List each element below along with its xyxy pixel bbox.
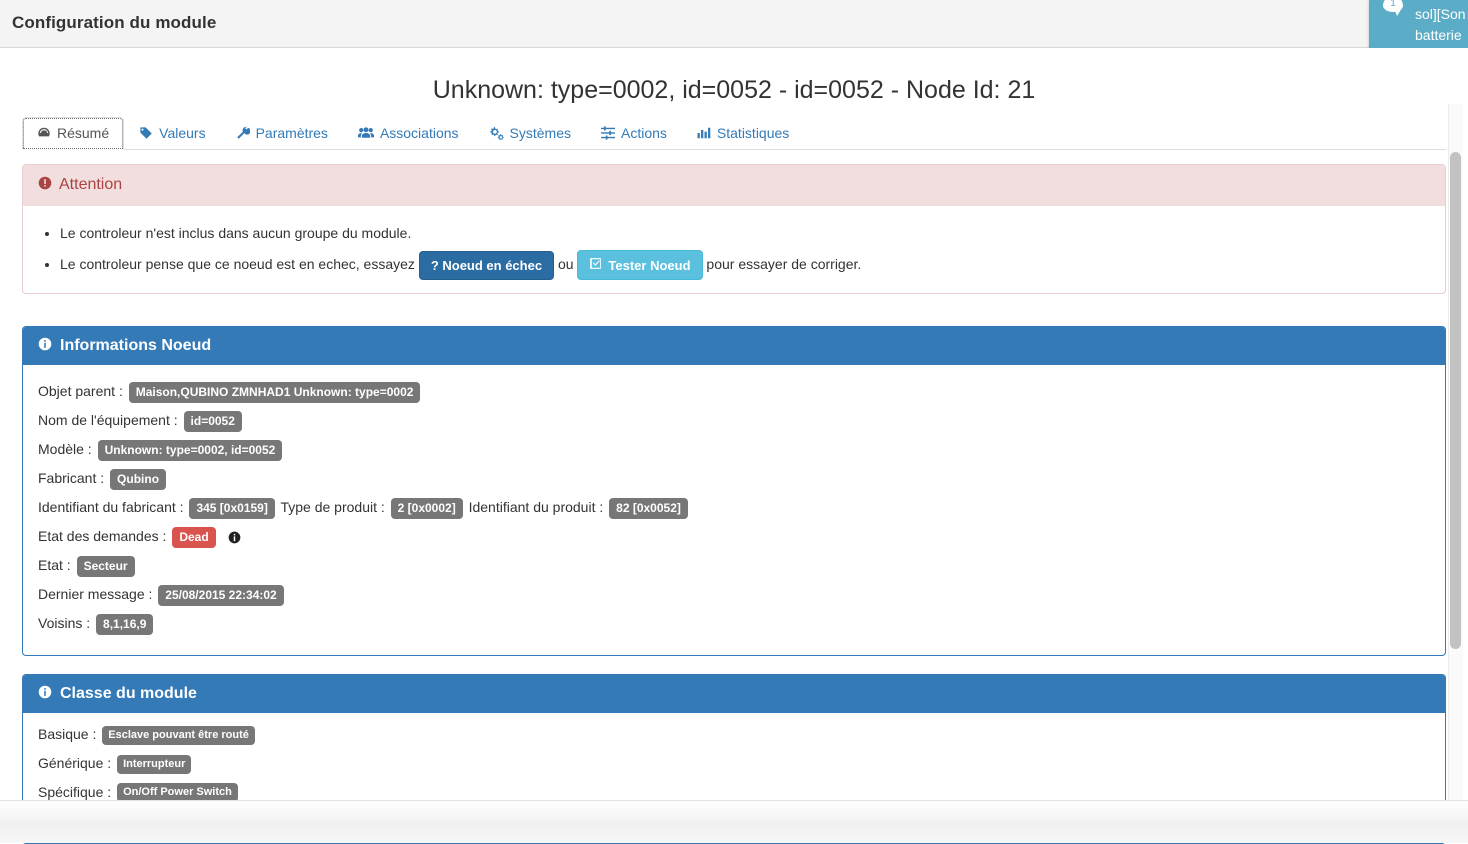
sliders-icon [601,126,615,140]
alert-body: Le controleur n'est inclus dans aucun gr… [23,206,1445,292]
noeud-en-echec-button[interactable]: ? Noeud en échec [418,250,555,280]
value-generique: Interrupteur [117,754,192,774]
panel-informations-noeud-header: Informations Noeud [23,327,1445,365]
value-voisins: 8,1,16,9 [96,613,154,635]
value-basique: Esclave pouvant être routé [102,725,255,745]
alert-item-group-text: Le controleur n'est inclus dans aucun gr… [60,225,412,241]
alert-attention: Attention Le controleur n'est inclus dan… [22,164,1446,294]
label-fabricant: Fabricant : [38,470,105,486]
notification-line-2: batterie [1415,27,1462,43]
panel-informations-noeud: Informations Noeud Objet parent : Maison… [22,326,1446,656]
alert-item-failed-prefix: Le controleur pense que ce noeud est en … [60,256,415,272]
label-objet-parent: Objet parent : [38,383,123,399]
label-specifique: Spécifique : [38,783,112,800]
tab-parametres-label: Paramètres [255,125,328,141]
tab-resume-label: Résumé [57,125,110,141]
value-nom-equipement: id=0052 [183,410,242,432]
panel-informations-noeud-body: Objet parent : Maison,QUBINO ZMNHAD1 Unk… [23,365,1445,652]
tab-actions[interactable]: Actions [586,117,682,150]
tab-statistiques[interactable]: Statistiques [682,117,804,150]
label-dernier-message: Dernier message : [38,586,153,602]
comment-bubble-icon: 1 [1383,0,1405,16]
row-identifiants: Identifiant du fabricant : 345 [0x0159] … [38,493,1430,522]
info-circle-icon [38,337,52,356]
tester-noeud-button[interactable]: Tester Noeud [577,250,703,281]
label-type-produit: Type de produit : [280,499,385,515]
tab-systemes-label: Systèmes [509,125,571,141]
row-fabricant: Fabricant : Qubino [38,464,1430,493]
window-header: Configuration du module [0,0,1468,48]
label-nom-equipement: Nom de l'équipement : [38,412,178,428]
dashboard-icon [37,126,51,140]
tab-associations-label: Associations [379,125,459,141]
tab-parametres[interactable]: Paramètres [221,117,343,150]
value-etat: Secteur [76,555,135,577]
page-title: Unknown: type=0002, id=0052 - id=0052 - … [432,76,1036,104]
row-voisins: Voisins : 8,1,16,9 [38,609,1430,638]
row-basique: Basique : Esclave pouvant être routé [38,725,1430,745]
tab-bar: Résumé Valeurs Paramètres Associations S [22,117,1446,150]
panel-classe-du-module-title: Classe du module [60,685,197,702]
alert-item-failed: Le controleur pense que ce noeud est en … [60,250,1430,281]
gears-icon [489,126,504,140]
users-icon [357,126,374,140]
label-etat: Etat : [38,557,71,573]
panel-informations-noeud-title: Informations Noeud [60,337,212,354]
wrench-icon [236,126,250,140]
row-etat-demandes: Etat des demandes : Dead [38,522,1430,551]
row-nom-equipement: Nom de l'équipement : id=0052 [38,406,1430,435]
alert-header: Attention [23,165,1445,206]
label-generique: Générique : [38,754,112,771]
tab-valeurs[interactable]: Valeurs [124,117,220,150]
tab-associations[interactable]: Associations [343,117,474,150]
window-title: Configuration du module [12,13,217,32]
label-voisins: Voisins : [38,615,91,631]
check-square-icon [589,257,602,273]
tester-noeud-label: Tester Noeud [608,257,691,273]
notification-count: 1 [1390,0,1396,9]
value-objet-parent: Maison,QUBINO ZMNHAD1 Unknown: type=0002 [128,381,421,403]
value-dernier-message: 25/08/2015 22:34:02 [158,584,284,606]
alert-item-failed-suffix: pour essayer de corriger. [706,256,862,272]
row-dernier-message: Dernier message : 25/08/2015 22:34:02 [38,580,1430,609]
tab-actions-label: Actions [621,125,667,141]
value-fabricant: Qubino [110,468,167,490]
label-identifiant-produit: Identifiant du produit : [468,499,604,515]
notification-line-1: sol][Son [1415,6,1466,22]
value-identifiant-fabricant: 345 [0x0159] [189,497,275,519]
vertical-scrollbar-thumb[interactable] [1450,152,1461,649]
notification-text: sol][Son batterie [1415,4,1468,46]
row-modele: Modèle : Unknown: type=0002, id=0052 [38,435,1430,464]
info-circle-icon [38,685,52,704]
etat-demandes-info-icon[interactable] [228,531,241,544]
tab-resume[interactable]: Résumé [22,117,125,150]
label-modele: Modèle : [38,441,92,457]
alert-item-list: Le controleur n'est inclus dans aucun gr… [38,219,1430,281]
value-identifiant-produit: 82 [0x0052] [609,497,688,519]
label-identifiant-fabricant: Identifiant du fabricant : [38,499,184,515]
label-etat-demandes: Etat des demandes : [38,528,167,544]
row-objet-parent: Objet parent : Maison,QUBINO ZMNHAD1 Unk… [38,377,1430,406]
exclamation-circle-icon [38,176,52,195]
panel-classe-du-module-header: Classe du module [23,675,1445,713]
value-type-produit: 2 [0x0002] [390,497,463,519]
value-etat-demandes: Dead [172,526,216,548]
value-modele: Unknown: type=0002, id=0052 [97,439,283,461]
row-etat: Etat : Secteur [38,551,1430,580]
alert-item-group: Le controleur n'est inclus dans aucun gr… [60,219,1430,247]
row-generique: Générique : Interrupteur [38,754,1430,774]
tab-valeurs-label: Valeurs [159,125,206,141]
page-content: Unknown: type=0002, id=0052 - id=0052 - … [0,48,1468,844]
alert-item-failed-between: ou [557,256,574,272]
label-basique: Basique : [38,726,97,742]
tag-icon [139,126,153,140]
window-footer [0,800,1468,843]
alert-title: Attention [59,176,123,193]
tab-statistiques-label: Statistiques [716,125,790,141]
bar-chart-icon [697,126,711,140]
tab-systemes[interactable]: Systèmes [474,117,586,150]
